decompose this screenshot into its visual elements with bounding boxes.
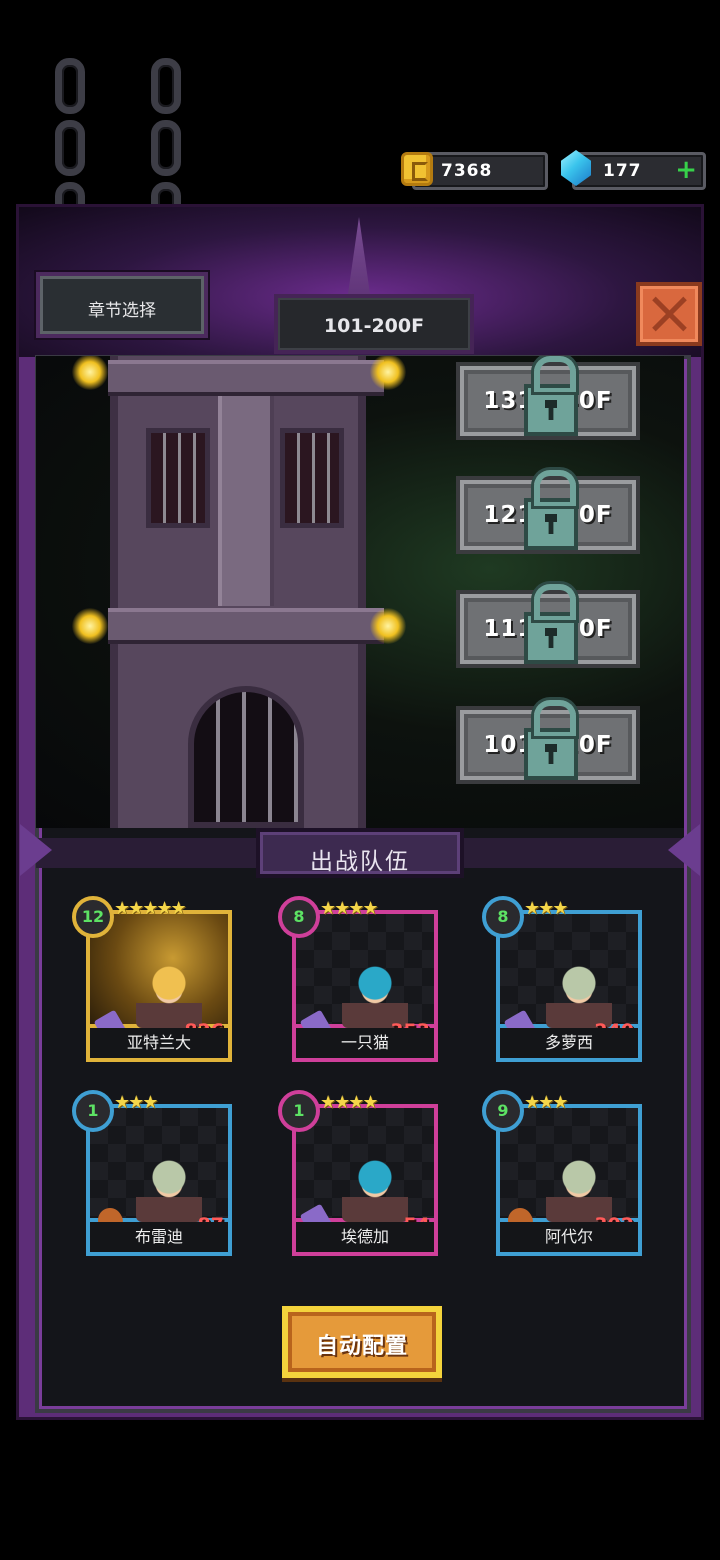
hero-sprite-icon <box>546 1156 612 1222</box>
hero-name: 布雷迪 <box>86 1222 232 1256</box>
hero-card[interactable]: 82612★★★★★亚特兰大 <box>72 896 232 1066</box>
chapter-select-button[interactable]: 章节选择 <box>36 272 208 338</box>
tower-illustration <box>108 356 384 828</box>
lock-icon <box>524 700 578 780</box>
hero-stars: ★★★★ <box>320 898 379 919</box>
hero-name: 多萝西 <box>496 1028 642 1062</box>
torch-icon <box>370 608 406 644</box>
hero-sprite-icon <box>342 962 408 1028</box>
auto-config-label: 自动配置 <box>315 1334 408 1359</box>
floor-button-101[interactable]: 101-110F <box>456 700 640 784</box>
tower-view: 131-140F 121-130F 111-120F 101-110F <box>36 356 684 828</box>
floor-button-131[interactable]: 131-140F <box>456 356 640 440</box>
floor-button-121[interactable]: 121-130F <box>456 470 640 554</box>
hero-level-badge: 1 <box>72 1090 114 1132</box>
hero-sprite-icon <box>136 962 202 1028</box>
hero-stars: ★★★ <box>524 1092 568 1113</box>
hero-stars: ★★★ <box>524 898 568 919</box>
hero-card[interactable]: 3029★★★阿代尔 <box>482 1090 642 1260</box>
add-gems-button[interactable]: + <box>675 156 697 184</box>
hero-level-badge: 8 <box>482 896 524 938</box>
hero-card[interactable]: 541★★★★埃德加 <box>278 1090 438 1260</box>
hero-stars: ★★★★ <box>320 1092 379 1113</box>
hero-stars: ★★★ <box>114 1092 158 1113</box>
hero-name: 亚特兰大 <box>86 1028 232 1062</box>
gem-counter: 177 + <box>561 150 706 190</box>
floor-range-label: 101-200F <box>274 294 474 354</box>
hero-card[interactable]: 3538★★★★一只猫 <box>278 896 438 1066</box>
hero-sprite-icon <box>546 962 612 1028</box>
torch-icon <box>72 356 108 390</box>
torch-icon <box>370 356 406 390</box>
auto-config-button[interactable]: 自动配置 <box>282 1306 442 1378</box>
floor-button-111[interactable]: 111-120F <box>456 584 640 668</box>
coin-amount: 7368 <box>441 161 493 181</box>
tower-door <box>188 686 304 828</box>
hero-level-badge: 1 <box>278 1090 320 1132</box>
lock-icon <box>524 470 578 550</box>
hero-sprite-icon <box>136 1156 202 1222</box>
hero-name: 埃德加 <box>292 1222 438 1256</box>
hero-name: 一只猫 <box>292 1028 438 1062</box>
hero-name: 阿代尔 <box>496 1222 642 1256</box>
hero-sprite-icon <box>342 1156 408 1222</box>
hero-level-badge: 9 <box>482 1090 524 1132</box>
floor-range-text: 101-200F <box>323 315 425 337</box>
hero-level-badge: 8 <box>278 896 320 938</box>
chapter-select-label: 章节选择 <box>88 301 156 321</box>
gem-amount: 177 <box>603 161 642 181</box>
torch-icon <box>72 608 108 644</box>
lock-icon <box>524 356 578 436</box>
hero-card[interactable]: 871★★★布雷迪 <box>72 1090 232 1260</box>
hero-card[interactable]: 2408★★★多萝西 <box>482 896 642 1066</box>
team-title-text: 出战队伍 <box>310 849 410 875</box>
hero-stars: ★★★★★ <box>114 898 187 919</box>
team-title: 出战队伍 <box>256 828 464 878</box>
coin-counter: 7368 <box>401 152 548 190</box>
coin-icon <box>401 152 433 186</box>
lock-icon <box>524 584 578 664</box>
close-button[interactable] <box>636 282 702 346</box>
hero-level-badge: 12 <box>72 896 114 938</box>
gem-icon <box>561 150 591 186</box>
